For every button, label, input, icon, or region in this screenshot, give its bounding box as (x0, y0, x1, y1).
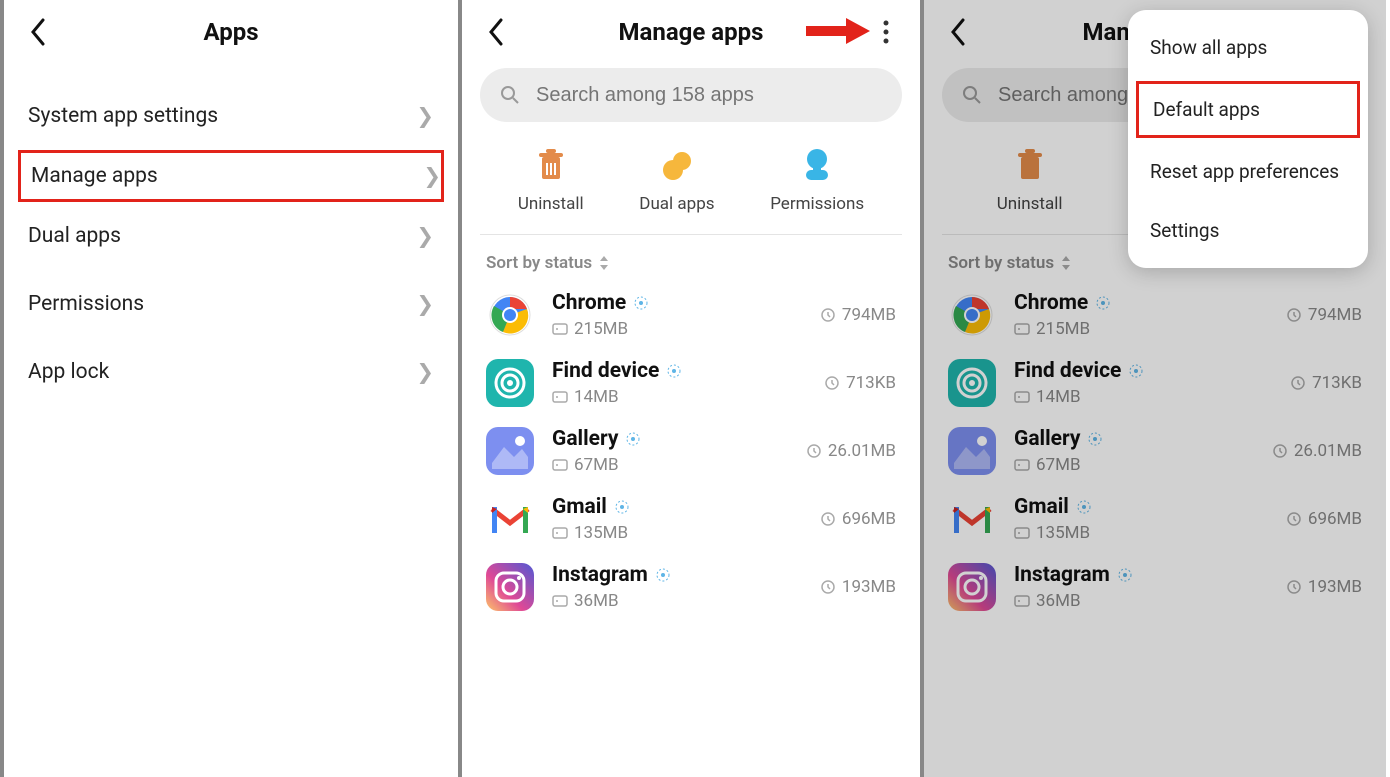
chevron-right-icon: ❯ (416, 292, 434, 317)
chevron-left-icon (487, 18, 505, 46)
app-main: Gmail 135MB (552, 495, 802, 543)
app-storage: 67MB (552, 455, 788, 475)
row-label: Dual apps (28, 224, 121, 248)
chevron-right-icon: ❯ (416, 360, 434, 385)
app-main: Chrome 215MB (552, 291, 802, 339)
menu-show-all-apps[interactable]: Show all apps (1128, 18, 1368, 77)
app-main: Gallery 67MB (552, 427, 788, 475)
app-data-usage: 713KB (824, 373, 896, 393)
panel-apps: Apps System app settings ❯ Manage apps ❯… (0, 0, 462, 777)
app-row-find-device[interactable]: Find device 14MB 713KB (462, 349, 920, 417)
sort-label: Sort by status (486, 253, 592, 273)
header: Manage apps (462, 0, 920, 64)
annotation-arrow (806, 16, 872, 50)
app-icon (486, 291, 534, 339)
chevron-right-icon: ❯ (416, 104, 434, 129)
chevron-right-icon: ❯ (416, 224, 434, 249)
more-options-button[interactable] (866, 12, 906, 52)
search-icon (500, 85, 520, 105)
action-permissions[interactable]: Permissions (770, 148, 864, 214)
row-label: Manage apps (31, 164, 158, 188)
chevron-left-icon (29, 18, 47, 46)
app-storage: 14MB (552, 387, 806, 407)
action-dual-apps[interactable]: Dual apps (639, 148, 714, 214)
app-row-gallery[interactable]: Gallery 67MB 26.01MB (462, 417, 920, 485)
menu-default-apps[interactable]: Default apps (1136, 81, 1360, 138)
app-icon (486, 359, 534, 407)
app-name: Instagram (552, 563, 802, 587)
panel-manage-apps: Manage apps Uninstall Dual apps (462, 0, 924, 777)
chevron-right-icon: ❯ (423, 164, 441, 189)
app-storage: 215MB (552, 319, 802, 339)
row-permissions[interactable]: Permissions ❯ (4, 270, 458, 338)
app-data-usage: 696MB (820, 509, 896, 529)
app-name: Find device (552, 359, 806, 383)
row-label: System app settings (28, 104, 218, 128)
app-icon (486, 495, 534, 543)
app-data-usage: 193MB (820, 577, 896, 597)
permissions-icon (799, 148, 835, 184)
app-main: Instagram 36MB (552, 563, 802, 611)
app-row-instagram[interactable]: Instagram 36MB 193MB (462, 553, 920, 621)
row-system-app-settings[interactable]: System app settings ❯ (4, 82, 458, 150)
app-main: Find device 14MB (552, 359, 806, 407)
header: Apps (4, 0, 458, 64)
app-row-gmail[interactable]: Gmail 135MB 696MB (462, 485, 920, 553)
app-name: Gmail (552, 495, 802, 519)
action-label: Dual apps (639, 194, 714, 214)
search-bar[interactable] (480, 68, 902, 122)
trash-icon (533, 148, 569, 184)
app-name: Gallery (552, 427, 788, 451)
sort-icon (598, 256, 610, 270)
app-name: Chrome (552, 291, 802, 315)
search-input[interactable] (536, 84, 882, 107)
app-icon (486, 563, 534, 611)
overflow-menu: Show all apps Default apps Reset app pre… (1128, 10, 1368, 268)
app-icon (486, 427, 534, 475)
row-manage-apps[interactable]: Manage apps ❯ (18, 150, 444, 202)
app-data-usage: 26.01MB (806, 441, 896, 461)
menu-reset-app-preferences[interactable]: Reset app preferences (1128, 142, 1368, 201)
action-label: Permissions (770, 194, 864, 214)
app-data-usage: 794MB (820, 305, 896, 325)
back-button[interactable] (476, 12, 516, 52)
app-storage: 135MB (552, 523, 802, 543)
row-label: Permissions (28, 292, 144, 316)
dual-apps-icon (659, 148, 695, 184)
row-label: App lock (28, 360, 109, 384)
app-row-chrome[interactable]: Chrome 215MB 794MB (462, 281, 920, 349)
kebab-icon (883, 20, 889, 44)
sort-control[interactable]: Sort by status (462, 235, 920, 281)
app-storage: 36MB (552, 591, 802, 611)
action-label: Uninstall (518, 194, 584, 214)
back-button[interactable] (18, 12, 58, 52)
action-uninstall[interactable]: Uninstall (518, 148, 584, 214)
row-app-lock[interactable]: App lock ❯ (4, 338, 458, 406)
action-row: Uninstall Dual apps Permissions (480, 138, 902, 235)
panel-manage-apps-menu: Manage apps Uninstall . . Sort by status… (924, 0, 1386, 777)
menu-settings[interactable]: Settings (1128, 201, 1368, 260)
page-title: Apps (4, 18, 458, 46)
row-dual-apps[interactable]: Dual apps ❯ (4, 202, 458, 270)
